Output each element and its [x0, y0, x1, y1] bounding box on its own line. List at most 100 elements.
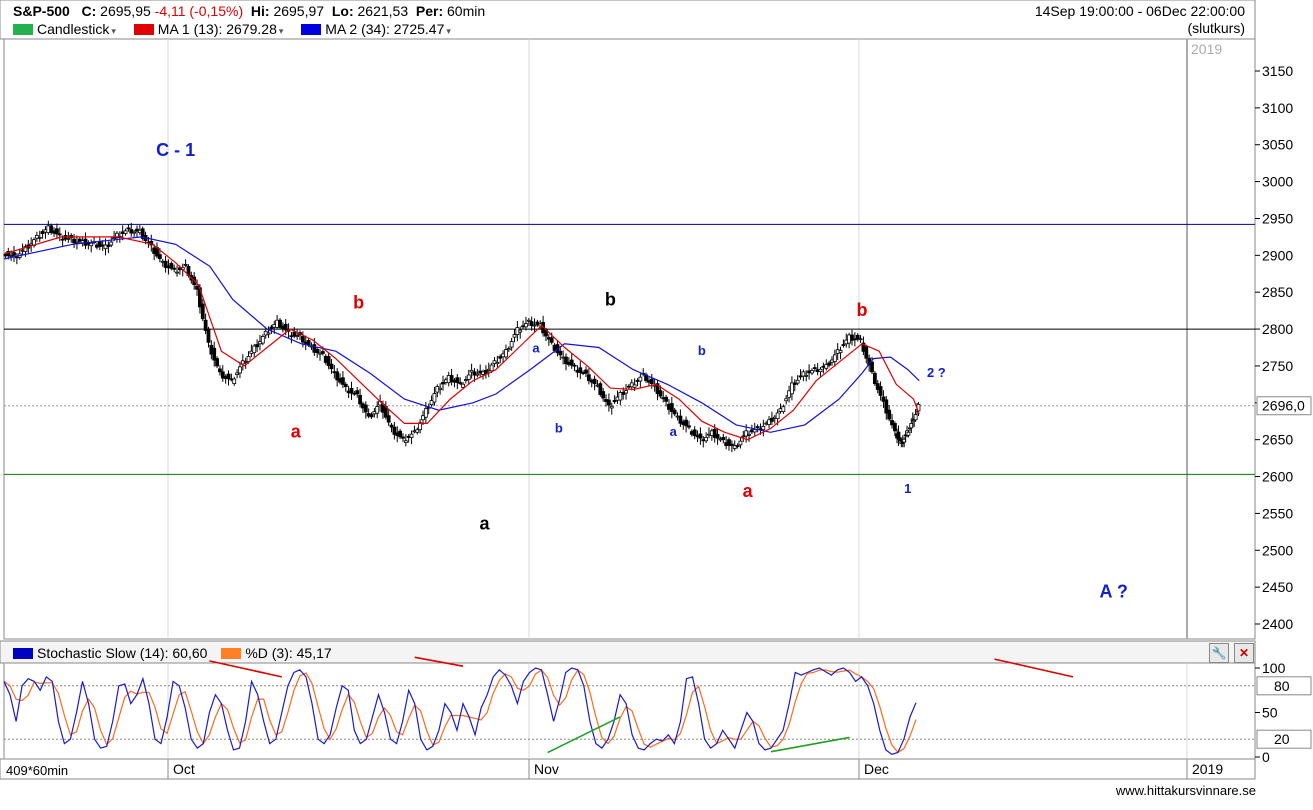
candle-body — [401, 436, 405, 439]
change-value: -4,11 (-0,15%) — [154, 3, 244, 19]
chart-root: Oct Nov Dec 2019 2019 2400 2450 2500 2550 2600 265… — [0, 0, 1313, 805]
last-price-label: 2696,0 — [1262, 398, 1305, 414]
candle-body — [246, 355, 251, 362]
y-tick-label: 2750 — [1262, 358, 1293, 374]
lo-value: 2621,53 — [357, 3, 409, 19]
candle-body — [423, 408, 428, 418]
legend-stoch-k-label: Stochastic Slow (14): 60,60 — [37, 645, 208, 661]
candle-body — [672, 409, 677, 415]
candle-body — [266, 332, 271, 335]
candle-body — [320, 351, 325, 354]
period-label: Per: — [415, 3, 444, 19]
wave-annotation: b — [857, 300, 868, 320]
wave-annotation: a — [743, 481, 754, 501]
candle-body — [438, 387, 443, 390]
candle-body — [215, 358, 219, 367]
candle-body — [606, 399, 611, 406]
candle-body — [306, 340, 311, 346]
legend-stoch-d[interactable]: %D (3): 45,17 — [221, 645, 332, 661]
candle-body — [455, 377, 460, 383]
close-icon[interactable]: ✕ — [1234, 643, 1254, 663]
stoch-k-swatch — [13, 648, 33, 659]
candle-body — [489, 364, 494, 372]
candle-body — [432, 393, 437, 403]
y-tick-label: 2500 — [1262, 542, 1293, 558]
wave-annotation: b — [353, 292, 364, 312]
candle-body — [132, 231, 137, 234]
candle-body — [818, 368, 823, 373]
ma1-swatch — [133, 24, 154, 35]
candle-body — [458, 382, 463, 384]
legend-ma1[interactable]: MA 1 (13): 2679.28 ▾ — [133, 21, 288, 37]
legend-stoch-d-label: %D (3): 45,17 — [245, 645, 332, 661]
candle-body — [506, 348, 511, 351]
dropdown-icon[interactable]: ▾ — [279, 26, 284, 36]
candle-body — [169, 263, 174, 269]
candle-body — [369, 414, 374, 418]
candle-body — [906, 431, 911, 436]
candle-body — [658, 390, 663, 397]
candle-body — [37, 237, 42, 239]
stoch-y-tick-label: 50 — [1262, 705, 1278, 721]
candle-body — [232, 378, 237, 385]
candle-body — [721, 437, 726, 441]
stoch-level-label: 20 — [1274, 731, 1290, 747]
candle-body — [375, 406, 380, 414]
candle-body — [578, 367, 583, 373]
y-tick-label: 3100 — [1262, 100, 1293, 116]
legend-row: Candlestick ▾ MA 1 (13): 2679.28 ▾ MA 2 (3… — [13, 21, 451, 37]
wave-annotation: b — [698, 343, 706, 358]
candle-body — [775, 412, 780, 420]
x-tick-label: 2019 — [1192, 761, 1223, 777]
legend-candlestick[interactable]: Candlestick ▾ — [13, 21, 120, 37]
y-tick-label: 2900 — [1262, 247, 1293, 263]
y-tick-label: 3000 — [1262, 174, 1293, 190]
candle-body — [592, 378, 597, 385]
candle-body — [761, 425, 766, 431]
y-tick-label: 2650 — [1262, 432, 1293, 448]
candle-body — [735, 445, 740, 447]
candle-body — [398, 430, 403, 438]
dropdown-icon[interactable]: ▾ — [111, 26, 116, 36]
close-label: C: — [81, 3, 97, 19]
candle-body — [684, 419, 689, 427]
wave-annotation: 2 ? — [927, 365, 946, 380]
stoch-level-label: 80 — [1274, 678, 1290, 694]
candle-body — [524, 323, 528, 328]
candle-body — [747, 433, 751, 436]
y-tick-label: 2450 — [1262, 579, 1293, 595]
candle-body — [226, 373, 231, 380]
wave-annotation: b — [555, 420, 563, 435]
y-tick-label: 2800 — [1262, 321, 1293, 337]
y-tick-label: 2400 — [1262, 616, 1293, 632]
candle-body — [461, 383, 465, 388]
candle-body — [206, 328, 211, 343]
wrench-icon[interactable]: 🔧 — [1209, 643, 1229, 663]
price-type: (slutkurs) — [1187, 20, 1245, 36]
candle-body — [109, 241, 114, 246]
candle-body — [810, 370, 814, 374]
wave-annotation: 1 — [904, 481, 911, 496]
stoch-legend: Stochastic Slow (14): 60,60 %D (3): 45,1… — [13, 645, 332, 661]
wave-annotation: a — [479, 514, 490, 534]
y-tick-label: 2600 — [1262, 469, 1293, 485]
watermark: www.hittakursvinnare.se — [1115, 783, 1256, 798]
candle-body — [738, 440, 743, 446]
candle-body — [827, 362, 832, 366]
candle-body — [509, 341, 514, 348]
legend-stoch-k[interactable]: Stochastic Slow (14): 60,60 — [13, 645, 211, 661]
candle-body — [892, 423, 897, 432]
candle-body — [75, 241, 79, 244]
wave-annotation: a — [291, 421, 302, 441]
candle-body — [752, 429, 757, 433]
wave-annotation: b — [605, 289, 616, 309]
legend-ma2[interactable]: MA 2 (34): 2725.47 ▾ — [301, 21, 451, 37]
candle-body — [183, 263, 188, 266]
candle-body — [218, 368, 222, 373]
wave-annotation: a — [532, 341, 540, 356]
candle-body — [283, 323, 288, 331]
stoch-d-swatch — [221, 648, 242, 659]
candle-body — [781, 406, 786, 413]
candle-body — [624, 390, 628, 394]
dropdown-icon[interactable]: ▾ — [446, 26, 451, 36]
